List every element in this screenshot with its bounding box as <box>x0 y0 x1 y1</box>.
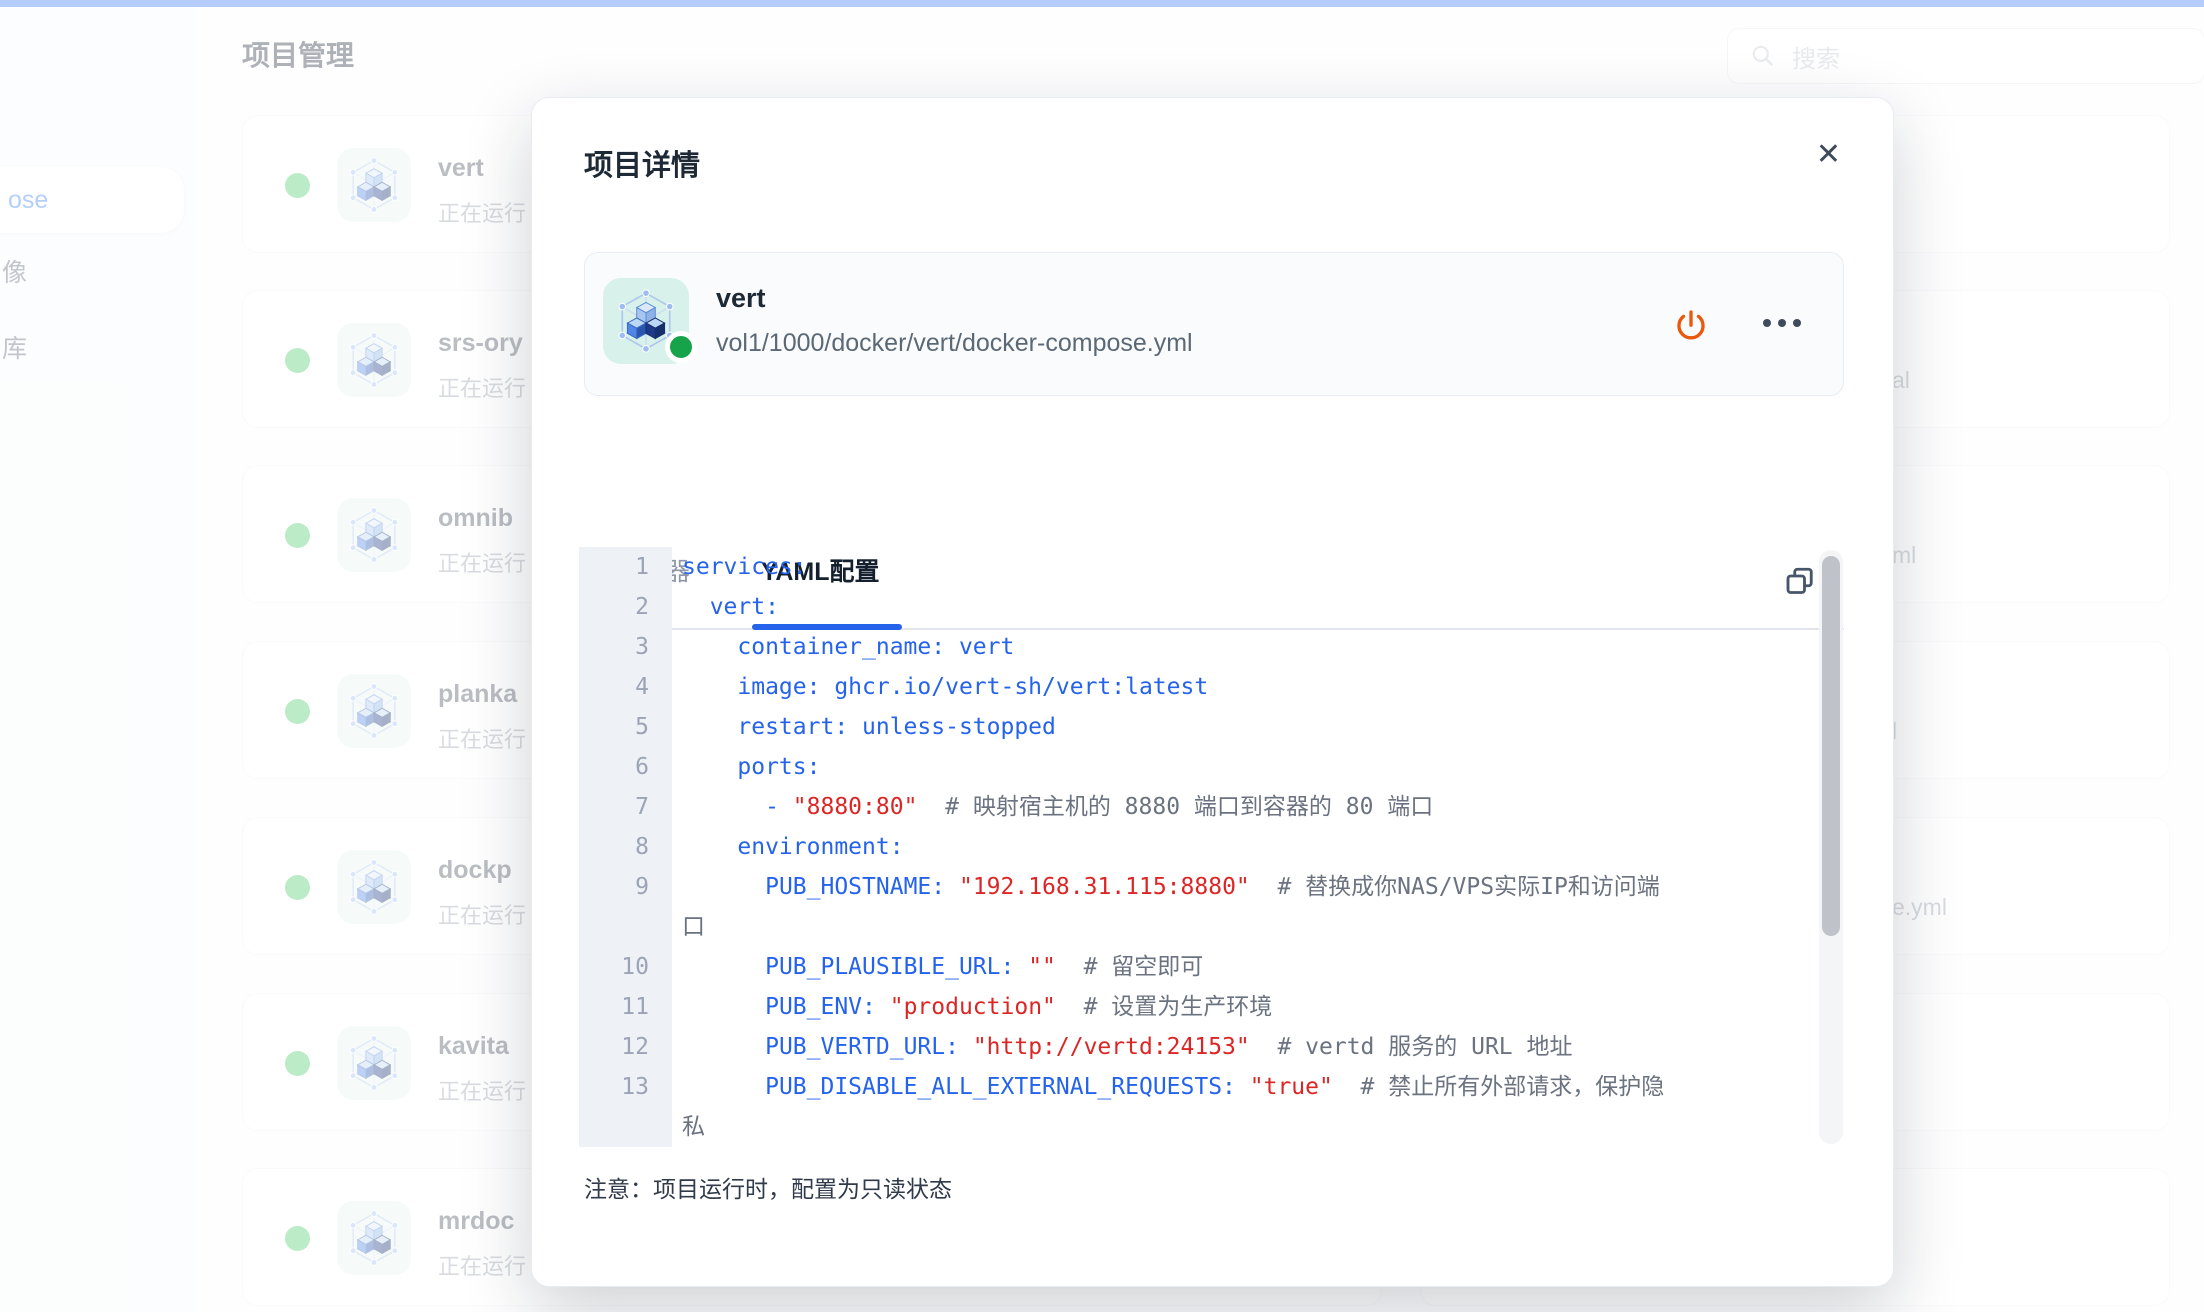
project-compose-path: vol1/1000/docker/vert/docker-compose.yml <box>716 329 1193 358</box>
project-summary-card: vert vol1/1000/docker/vert/docker-compos… <box>584 252 1844 396</box>
code-line: 8 environment: <box>579 827 1844 867</box>
code-line: 2 vert: <box>579 587 1844 627</box>
editor-scrollbar[interactable] <box>1819 550 1843 1144</box>
modal-title: 项目详情 <box>584 142 700 184</box>
line-number: 12 <box>579 1027 672 1067</box>
readonly-note: 注意：项目运行时，配置为只读状态 <box>584 1170 952 1204</box>
code-line: 13 PUB_DISABLE_ALL_EXTERNAL_REQUESTS: "t… <box>579 1067 1844 1147</box>
code-line: 6 ports: <box>579 747 1844 787</box>
line-number: 11 <box>579 987 672 1027</box>
line-number: 8 <box>579 827 672 867</box>
code-line: 11 PUB_ENV: "production" # 设置为生产环境 <box>579 987 1844 1027</box>
code-line: 4 image: ghcr.io/vert-sh/vert:latest <box>579 667 1844 707</box>
line-number: 5 <box>579 707 672 747</box>
line-number: 10 <box>579 947 672 987</box>
line-number: 7 <box>579 787 672 827</box>
line-number: 6 <box>579 747 672 787</box>
line-number: 13 <box>579 1067 672 1147</box>
code-line: 3 container_name: vert <box>579 627 1844 667</box>
code-line: 9 PUB_HOSTNAME: "192.168.31.115:8880" # … <box>579 867 1844 947</box>
power-button-icon[interactable] <box>1672 307 1710 345</box>
line-number: 4 <box>579 667 672 707</box>
project-name: vert <box>716 283 766 314</box>
scrollbar-thumb[interactable] <box>1822 556 1840 936</box>
copy-icon[interactable] <box>1782 564 1818 600</box>
code-line: 7 - "8880:80" # 映射宿主机的 8880 端口到容器的 80 端口 <box>579 787 1844 827</box>
code-line: 5 restart: unless-stopped <box>579 707 1844 747</box>
line-number: 2 <box>579 587 672 627</box>
code-line: 10 PUB_PLAUSIBLE_URL: "" # 留空即可 <box>579 947 1844 987</box>
project-detail-modal: 项目详情 ✕ vert vol1/1000/docker/vert/docker… <box>531 97 1894 1287</box>
status-dot-running <box>665 331 697 363</box>
yaml-editor[interactable]: 1services:2 vert:3 container_name: vert4… <box>579 547 1844 1147</box>
code-line: 12 PUB_VERTD_URL: "http://vertd:24153" #… <box>579 1027 1844 1067</box>
code-line: 1services: <box>579 547 1844 587</box>
line-number: 1 <box>579 547 672 587</box>
close-icon[interactable]: ✕ <box>1816 140 1841 170</box>
line-number: 3 <box>579 627 672 667</box>
line-number: 9 <box>579 867 672 947</box>
more-actions-button[interactable] <box>1763 319 1801 327</box>
